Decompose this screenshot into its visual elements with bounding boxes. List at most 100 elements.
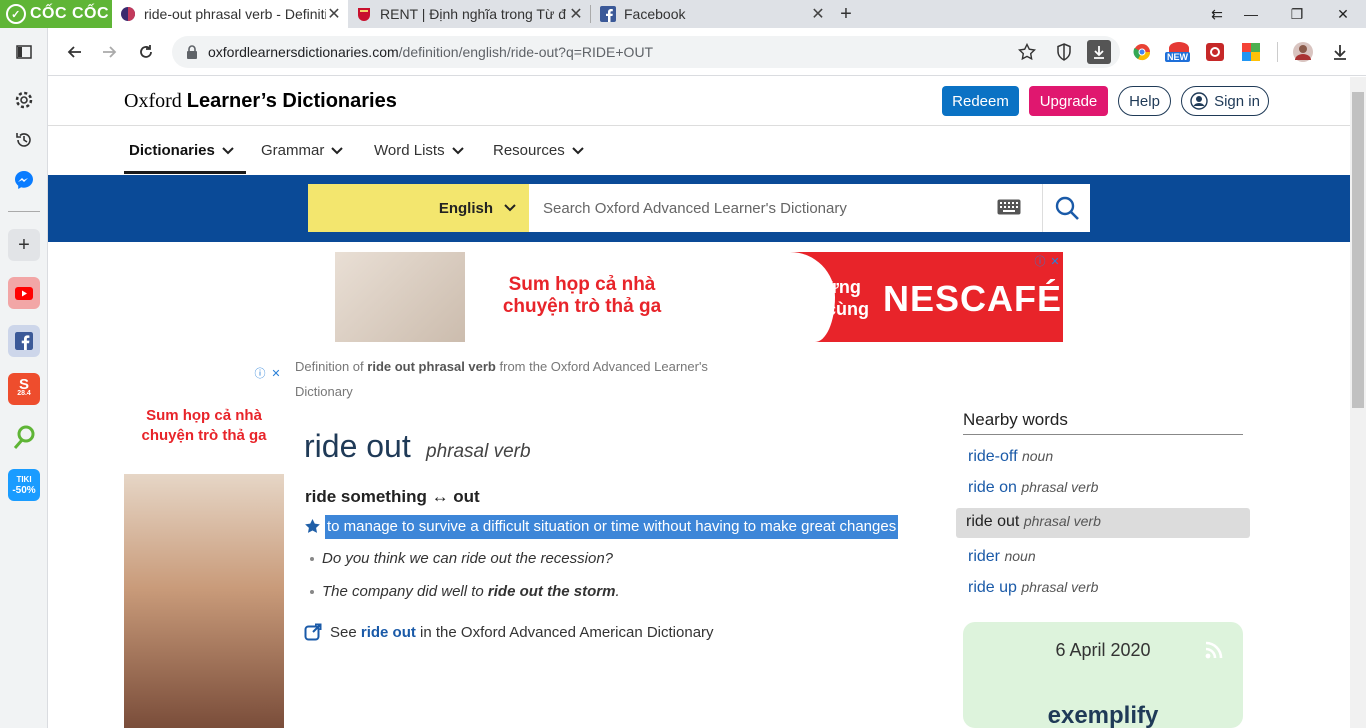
ad-close-icon[interactable]: ✕ (1049, 255, 1061, 268)
shield-icon[interactable] (1052, 40, 1076, 64)
close-tab-icon[interactable]: ✕ (568, 6, 584, 23)
word-of-the-day-date: 6 April 2020 (1055, 640, 1151, 660)
nearby-word-link[interactable]: ride-off noun (968, 448, 1053, 466)
forward-icon[interactable] (98, 40, 122, 64)
sidebar-youtube[interactable] (8, 277, 40, 309)
messenger-icon[interactable] (12, 168, 36, 192)
sidebar-toggle-icon[interactable] (12, 40, 36, 64)
nav-word-lists[interactable]: Word Lists (374, 142, 465, 159)
new-extension-icon[interactable]: NEW (1165, 42, 1193, 66)
external-link-icon (304, 623, 322, 641)
keyboard-icon[interactable] (997, 199, 1023, 217)
url-text[interactable]: oxfordlearnersdictionaries.com/definitio… (208, 44, 653, 60)
site-logo[interactable]: Oxford Learner’s Dictionaries (124, 90, 397, 113)
settings-icon[interactable] (12, 88, 36, 112)
window-close-icon[interactable]: ✕ (1320, 0, 1366, 28)
nearby-word-link[interactable]: rider noun (968, 548, 1036, 566)
sidebar-tiki[interactable]: TIKI -50% (8, 469, 40, 501)
new-tab-icon[interactable]: + (834, 2, 858, 26)
nearby-divider (963, 434, 1243, 435)
close-tab-icon[interactable]: ✕ (326, 6, 342, 23)
side-ad-photo (124, 474, 284, 728)
example-sentence: Do you think we can ride out the recessi… (310, 550, 613, 567)
redeem-button[interactable]: Redeem (942, 86, 1019, 116)
profile-avatar-icon[interactable] (1291, 40, 1315, 64)
example-sentence: The company did well to ride out the sto… (310, 583, 620, 600)
tab-separator (590, 5, 591, 23)
search-input[interactable]: Search Oxford Advanced Learner's Diction… (529, 184, 1042, 232)
close-tab-icon[interactable]: ✕ (810, 6, 826, 23)
bookmark-star-icon[interactable] (1015, 40, 1039, 64)
sign-in-button[interactable]: Sign in (1181, 86, 1269, 116)
tab-facebook[interactable]: Facebook ✕ (592, 0, 832, 28)
user-icon (1190, 92, 1208, 110)
cambridge-favicon-icon (356, 6, 372, 22)
side-ad-close-icon[interactable]: ✕ (270, 367, 282, 380)
nav-grammar[interactable]: Grammar (261, 142, 344, 159)
lock-icon[interactable] (180, 40, 204, 64)
oxford-favicon-icon (120, 6, 136, 22)
sidebar-green-app[interactable] (8, 421, 40, 453)
chevron-down-icon (451, 146, 464, 154)
scrollbar-thumb[interactable] (1352, 92, 1364, 408)
definition-text[interactable]: to manage to survive a difficult situati… (325, 515, 899, 539)
back-icon[interactable] (62, 40, 86, 64)
restore-icon[interactable]: ❐ (1274, 0, 1320, 28)
chevron-down-icon (571, 146, 584, 154)
coccoc-logo-icon: ✓ (6, 4, 26, 24)
history-icon[interactable] (12, 128, 36, 152)
nearby-words-heading: Nearby words (963, 410, 1068, 429)
red-extension-icon[interactable] (1203, 40, 1227, 64)
bullet (310, 557, 314, 562)
browser-menu-button[interactable]: ✓ CỐC CỐC (0, 0, 112, 28)
oxford-3000-star-icon (304, 518, 321, 535)
downloads-icon[interactable] (1328, 40, 1352, 64)
see-also-link-row: See ride out in the Oxford Advanced Amer… (304, 623, 714, 641)
nearby-word-link[interactable]: ride up phrasal verb (968, 579, 1098, 597)
nav-resources[interactable]: Resources (493, 142, 585, 159)
sidebar-facebook[interactable] (8, 325, 40, 357)
upgrade-button[interactable]: Upgrade (1029, 86, 1108, 116)
sidebar-divider (8, 211, 40, 212)
facebook-favicon-icon (600, 6, 616, 22)
colorful-extension-icon[interactable] (1239, 40, 1263, 64)
add-sidebar-item-icon[interactable]: + (8, 229, 40, 261)
chevron-down-icon (222, 146, 234, 154)
definition-source: Definition of ride out phrasal verb from… (295, 359, 708, 399)
help-button[interactable]: Help (1118, 86, 1171, 116)
search-button[interactable] (1042, 184, 1090, 232)
toolbar-separator (1277, 42, 1278, 62)
download-page-icon[interactable] (1087, 40, 1111, 64)
sidebar-shopee[interactable]: S 28.4 (8, 373, 40, 405)
facebook-icon (15, 332, 33, 350)
leaf-app-icon (13, 425, 35, 449)
ad-brand: NESCAFÉ. (883, 278, 1063, 319)
ad-info-icon[interactable]: ⓘ (1034, 255, 1046, 268)
side-advertisement[interactable]: Sum họp cả nhà chuyện trò thả ga (124, 384, 284, 728)
tab-title: Facebook (624, 6, 686, 22)
ad-family-photo (335, 252, 485, 342)
reload-icon[interactable] (134, 40, 158, 64)
tab-oxford[interactable]: ride-out phrasal verb - Definiti ✕ (112, 0, 348, 28)
american-dictionary-link[interactable]: ride out (361, 624, 416, 641)
chevron-down-icon (331, 146, 344, 154)
search-icon (1055, 196, 1079, 220)
rss-icon[interactable] (1204, 640, 1226, 662)
side-ad-headline: Sum họp cả nhà chuyện trò thả ga (141, 407, 267, 444)
nav-dictionaries[interactable]: Dictionaries (129, 142, 235, 159)
shopee-bag-icon: S (18, 376, 29, 393)
word-of-the-day-word[interactable]: exemplify (963, 702, 1243, 728)
chrome-extension-icon[interactable] (1130, 40, 1154, 64)
nearby-word-link[interactable]: ride on phrasal verb (968, 479, 1098, 497)
ad-headline: Sum họp cả nhà chuyện trò thả ga (502, 274, 662, 317)
headword: ride out (304, 428, 411, 464)
tab-title: ride-out phrasal verb - Definiti (144, 6, 326, 22)
minimize-icon[interactable]: — (1228, 0, 1274, 28)
nearby-word-current[interactable]: ride out phrasal verb (966, 513, 1101, 531)
banner-advertisement[interactable]: Sum họp cả nhà chuyện trò thả ga Tận hưở… (335, 252, 1063, 342)
tab-cambridge[interactable]: RENT | Định nghĩa trong Từ đ ✕ (348, 0, 590, 28)
browser-brand-label: CỐC CỐC (30, 5, 110, 22)
ad-tagline: Tận hưởng từng khoảnh khắc cùng (710, 277, 870, 319)
language-select[interactable]: English (308, 184, 529, 232)
side-ad-info-icon[interactable]: ⓘ (254, 367, 266, 380)
